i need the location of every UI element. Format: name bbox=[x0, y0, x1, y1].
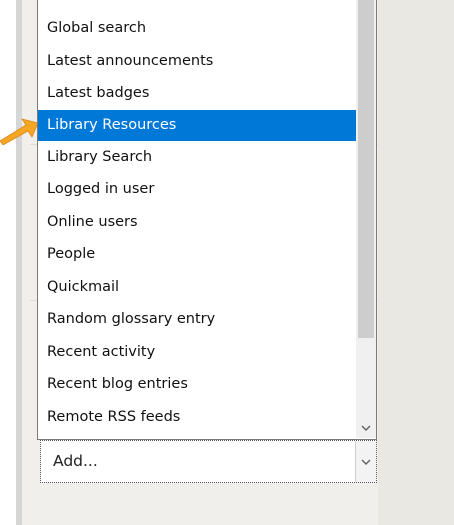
select-value: Add... bbox=[53, 452, 98, 470]
dropdown-option[interactable]: Recent blog entries bbox=[38, 368, 356, 401]
dropdown-option[interactable]: Remote RSS feeds bbox=[38, 401, 356, 434]
chevron-down-icon[interactable] bbox=[356, 420, 376, 436]
dropdown-option[interactable]: Latest badges bbox=[38, 77, 356, 110]
scrollbar-thumb[interactable] bbox=[358, 0, 374, 338]
dropdown-option[interactable]: Quickmail bbox=[38, 271, 356, 304]
dropdown-option[interactable]: People bbox=[38, 238, 356, 271]
dropdown-option[interactable]: Recent activity bbox=[38, 336, 356, 369]
dropdown-option[interactable]: Latest announcements bbox=[38, 45, 356, 78]
block-dropdown-list[interactable]: Global search Latest announcements Lates… bbox=[37, 0, 377, 440]
panel-edge bbox=[16, 0, 22, 525]
dropdown-option[interactable]: Global search bbox=[38, 12, 356, 45]
page: Global search Latest announcements Lates… bbox=[0, 0, 454, 525]
dropdown-option[interactable]: Online users bbox=[38, 206, 356, 239]
dropdown-option[interactable]: Random glossary entry bbox=[38, 303, 356, 336]
arrow-pointer-icon bbox=[0, 118, 39, 145]
scrollbar[interactable] bbox=[356, 0, 376, 438]
dropdown-option[interactable]: Library Search bbox=[38, 141, 356, 174]
panel-right-area bbox=[378, 0, 454, 525]
add-block-select[interactable]: Add... bbox=[40, 440, 377, 483]
chevron-down-icon[interactable] bbox=[355, 441, 376, 482]
dropdown-options: Global search Latest announcements Lates… bbox=[38, 12, 356, 433]
dropdown-option-selected[interactable]: Library Resources bbox=[38, 109, 356, 141]
dropdown-option[interactable]: Logged in user bbox=[38, 173, 356, 206]
